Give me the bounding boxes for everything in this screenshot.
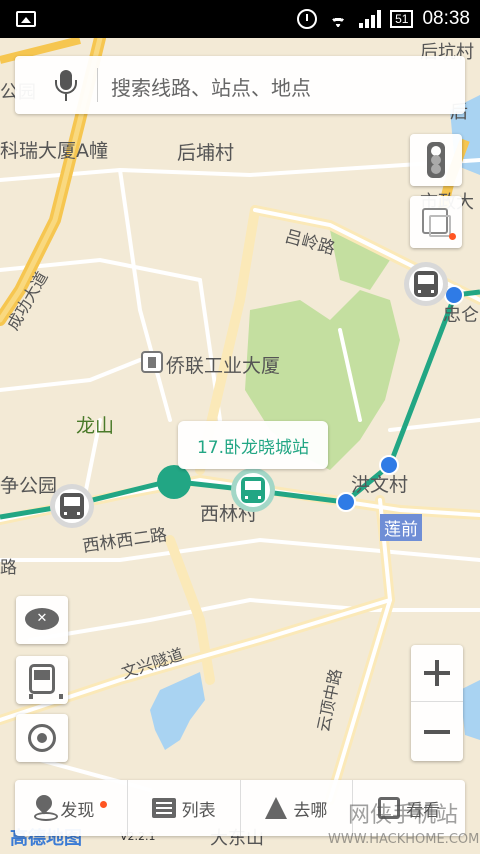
location-icon (28, 724, 56, 752)
selected-bus-stop-marker[interactable] (231, 468, 275, 512)
divider (97, 68, 98, 102)
search-bar[interactable]: 搜索线路、站点、地点 (15, 56, 465, 114)
bus-icon (241, 477, 265, 503)
wifi-icon (326, 10, 350, 28)
layer-button[interactable] (410, 196, 462, 248)
traffic-icon (427, 142, 445, 178)
map-label: 争公园 (0, 475, 58, 497)
navigate-icon (265, 797, 288, 819)
map-label: 路 (0, 558, 17, 578)
list-button[interactable]: 列表 (126, 780, 240, 836)
bus-icon (29, 664, 63, 699)
list-icon (151, 798, 176, 818)
notification-dot (100, 800, 108, 808)
go-label: 去哪 (293, 800, 328, 821)
go-button[interactable]: 去哪 (239, 780, 353, 836)
eye-icon (25, 608, 59, 630)
map-label: 忠仑 (443, 305, 479, 326)
traffic-toggle-button[interactable] (410, 134, 462, 186)
gallery-icon (16, 11, 36, 27)
map-label: 龙山 (76, 415, 115, 437)
bus-icon (414, 271, 438, 297)
zoom-in-button[interactable] (411, 645, 463, 702)
map-label: 侨联工业大厦 (166, 355, 281, 377)
alarm-icon (297, 9, 318, 29)
signal-icon (359, 10, 382, 28)
bus-stop-marker[interactable] (50, 484, 94, 528)
status-bar: 51 08:38 (0, 0, 480, 38)
current-stop-marker[interactable] (157, 465, 191, 499)
zoom-out-button[interactable] (411, 703, 463, 760)
watermark-url: WWW.HACKHOME.COM (328, 832, 480, 847)
zoom-out-icon (424, 729, 450, 734)
station-callout[interactable]: 17.卧龙晓城站 (178, 421, 328, 469)
zoom-in-icon (424, 660, 450, 686)
layer-icon (422, 208, 451, 237)
bus-icon (60, 493, 84, 519)
notification-dot (449, 233, 456, 240)
discover-button[interactable]: 发现 (15, 780, 127, 836)
map-label: 洪文村 (351, 474, 409, 496)
hide-overlay-button[interactable] (16, 596, 68, 644)
mic-icon[interactable] (51, 70, 81, 102)
discover-label: 发现 (60, 800, 95, 821)
metro-label: 莲前 (380, 514, 422, 541)
battery-icon: 51 (390, 10, 414, 28)
search-input[interactable]: 搜索线路、站点、地点 (111, 72, 311, 101)
watermark-brand: 网侠手机站 (348, 803, 459, 828)
list-label: 列表 (181, 800, 216, 821)
zoom-control (411, 645, 463, 761)
bus-mode-button[interactable] (16, 656, 68, 704)
my-location-button[interactable] (16, 714, 68, 762)
clock: 08:38 (422, 8, 470, 29)
map-label: 科瑞大厦A幢 (0, 140, 108, 162)
map-label: 后埔村 (177, 142, 235, 164)
bus-stop-marker[interactable] (404, 262, 448, 306)
pin-icon (34, 795, 59, 821)
